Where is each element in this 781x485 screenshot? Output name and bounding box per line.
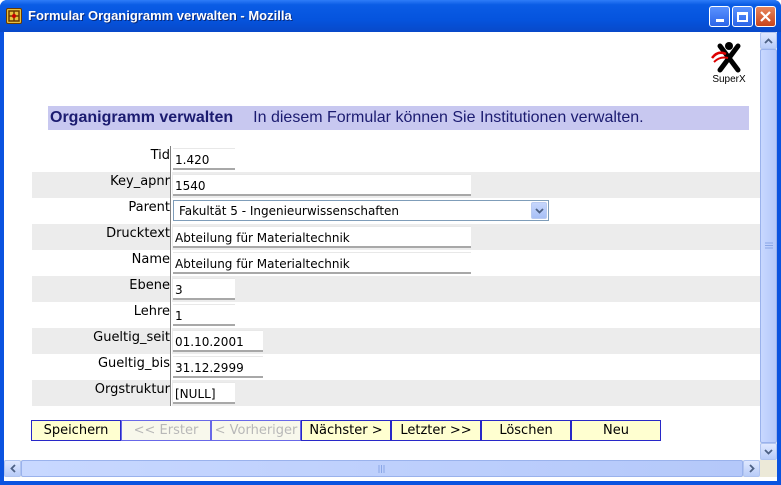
chevron-right-icon	[748, 464, 755, 473]
save-button[interactable]: Speichern	[31, 420, 121, 441]
field-label-parent: Parent	[128, 200, 170, 215]
scrollbar-corner	[760, 460, 777, 477]
title-bar[interactable]: Formular Organigramm verwalten - Mozilla	[0, 0, 781, 32]
divider	[170, 380, 172, 406]
divider	[170, 354, 172, 380]
new-record-button[interactable]: Neu	[571, 420, 661, 441]
divider	[170, 250, 172, 276]
chevron-left-icon	[9, 464, 16, 473]
grip-icon	[764, 242, 773, 249]
maximize-button[interactable]	[732, 6, 753, 27]
window-title: Formular Organigramm verwalten - Mozilla	[28, 8, 292, 23]
grip-icon	[378, 464, 385, 473]
superx-logo: SuperX	[704, 40, 754, 88]
next-record-button[interactable]: Nächster >	[301, 420, 391, 441]
field-label-gueltig-bis: Gueltig_bis	[97, 356, 170, 371]
vertical-scrollbar[interactable]	[760, 32, 777, 460]
divider	[170, 172, 172, 198]
form-header: Organigramm verwalten In diesem Formular…	[48, 106, 749, 130]
first-record-button[interactable]: << Erster	[121, 420, 211, 441]
name-input[interactable]: Abteilung für Materialtechnik	[173, 252, 471, 274]
field-label-lehre: Lehre	[133, 304, 170, 319]
scroll-left-button[interactable]	[4, 460, 21, 477]
gueltig-seit-input[interactable]: 01.10.2001	[173, 330, 263, 352]
drucktext-input[interactable]: Abteilung für Materialtechnik	[173, 226, 471, 248]
key-apnr-input[interactable]: 1540	[173, 174, 471, 196]
page-title: Organigramm verwalten	[50, 109, 234, 126]
lehre-input[interactable]: 1	[173, 304, 235, 326]
mozilla-app-icon	[6, 8, 22, 24]
parent-select[interactable]: Fakultät 5 - Ingenieurwissenschaften	[173, 200, 549, 221]
form-row-gueltig-bis: Gueltig_bis 31.12.2999	[32, 354, 761, 380]
previous-record-button[interactable]: < Vorheriger	[211, 420, 301, 441]
scroll-right-button[interactable]	[743, 460, 760, 477]
divider	[170, 328, 172, 354]
chevron-down-icon	[764, 448, 773, 455]
divider	[170, 224, 172, 250]
scroll-down-button[interactable]	[760, 443, 777, 460]
minimize-button[interactable]	[709, 6, 730, 27]
parent-selected-value: Fakultät 5 - Ingenieurwissenschaften	[179, 204, 400, 218]
divider	[170, 198, 172, 224]
divider	[170, 302, 172, 328]
form-row-key-apnr: Key_apnr 1540	[32, 172, 761, 198]
form-row-gueltig-seit: Gueltig_seit 01.10.2001	[32, 328, 761, 354]
horizontal-scroll-thumb[interactable]	[21, 460, 743, 477]
form-row-drucktext: Drucktext Abteilung für Materialtechnik	[32, 224, 761, 250]
form-row-lehre: Lehre 1	[32, 302, 761, 328]
maximize-icon	[737, 11, 748, 22]
delete-button[interactable]: Löschen	[481, 420, 571, 441]
close-icon	[760, 11, 771, 22]
orgstruktur-input[interactable]: [NULL]	[173, 382, 235, 404]
form-row-ebene: Ebene 3	[32, 276, 761, 302]
form-row-orgstruktur: Orgstruktur [NULL]	[32, 380, 761, 406]
field-label-gueltig-seit: Gueltig_seit	[93, 330, 170, 345]
divider	[170, 276, 172, 302]
ebene-input[interactable]: 3	[173, 278, 235, 300]
field-label-tid: Tid	[150, 148, 170, 163]
field-label-drucktext: Drucktext	[106, 226, 170, 241]
chevron-up-icon	[764, 37, 773, 44]
logo-caption: SuperX	[712, 74, 746, 85]
page-content: SuperX Organigramm verwalten In diesem F…	[4, 32, 777, 481]
page-description: In diesem Formular können Sie Institutio…	[253, 109, 644, 126]
minimize-icon	[715, 19, 724, 22]
field-label-name: Name	[131, 252, 170, 267]
field-label-orgstruktur: Orgstruktur	[94, 382, 170, 397]
chevron-down-icon[interactable]	[531, 202, 547, 219]
form-row-parent: Parent Fakultät 5 - Ingenieurwissenschaf…	[32, 198, 761, 224]
form-row-tid: Tid 1.420	[32, 146, 761, 172]
field-label-ebene: Ebene	[129, 278, 170, 293]
tid-input[interactable]: 1.420	[173, 148, 235, 170]
horizontal-scrollbar[interactable]	[4, 460, 760, 477]
browser-window: Formular Organigramm verwalten - Mozilla…	[0, 0, 781, 485]
close-button[interactable]	[755, 6, 776, 27]
last-record-button[interactable]: Letzter >>	[391, 420, 481, 441]
vertical-scroll-thumb[interactable]	[760, 49, 777, 443]
divider	[170, 146, 172, 172]
scroll-up-button[interactable]	[760, 32, 777, 49]
field-label-key-apnr: Key_apnr	[110, 174, 170, 189]
form-row-name: Name Abteilung für Materialtechnik	[32, 250, 761, 276]
gueltig-bis-input[interactable]: 31.12.2999	[173, 356, 263, 378]
